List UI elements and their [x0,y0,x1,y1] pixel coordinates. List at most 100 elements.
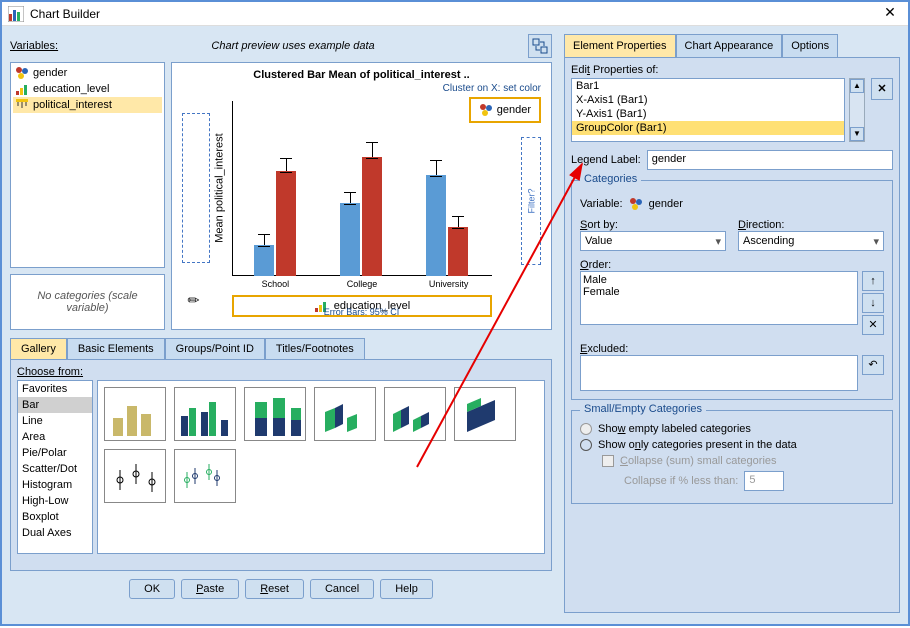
bar-3d-stacked-thumb[interactable] [454,387,516,441]
radio-icon [580,423,592,435]
order-label: Order: [580,259,884,271]
edit-properties-label: Edit Properties of: [571,64,893,76]
direction-select[interactable]: Ascending [738,231,884,251]
excluded-label: Excluded: [580,343,884,355]
variable-item[interactable]: education_level [13,81,162,97]
variable-name: political_interest [33,99,112,111]
choose-from-label: Choose from: [17,366,545,378]
x-ticks: School College University [232,279,492,289]
variable-item[interactable]: gender [13,65,162,81]
order-list[interactable]: Male Female [580,271,858,325]
preview-hint: Chart preview uses example data [58,40,528,52]
chart-type-item[interactable]: Histogram [18,477,92,493]
move-up-button[interactable]: ↑ [862,271,884,291]
dialog-buttons: OK Paste Reset Cancel Help [10,579,552,599]
exclude-button[interactable]: ✕ [862,315,884,335]
swap-axes-button[interactable] [528,34,552,58]
help-button[interactable]: Help [380,579,433,599]
bar-error-clustered-thumb[interactable] [174,449,236,503]
chart-type-list[interactable]: Favorites Bar Line Area Pie/Polar Scatte… [17,380,93,554]
element-item[interactable]: X-Axis1 (Bar1) [572,93,844,107]
tab-options[interactable]: Options [782,34,838,57]
variable-value: gender [649,198,683,210]
properties-panel: Edit Properties of: Bar1 X-Axis1 (Bar1) … [564,57,900,613]
no-categories-text: No categories (scale variable) [15,290,160,314]
collapse-checkbox: Collapse (sum) small categories [602,455,884,467]
show-only-present-radio[interactable]: Show only categories present in the data [580,439,884,451]
excluded-list[interactable] [580,355,858,391]
nominal-icon [15,66,29,80]
scroll-down-icon[interactable]: ▼ [850,127,864,141]
tab-gallery[interactable]: Gallery [10,338,67,359]
element-item[interactable]: Bar1 [572,79,844,93]
order-item[interactable]: Female [583,286,855,298]
element-list[interactable]: Bar1 X-Axis1 (Bar1) Y-Axis1 (Bar1) Group… [571,78,845,142]
sort-by-label: Sort by: [580,219,726,231]
chart-type-item[interactable]: Dual Axes [18,525,92,541]
element-item[interactable]: Y-Axis1 (Bar1) [572,107,844,121]
element-item[interactable]: GroupColor (Bar1) [572,121,844,135]
bar-stacked-thumb[interactable] [244,387,306,441]
checkbox-icon [602,455,614,467]
small-empty-title: Small/Empty Categories [580,403,706,415]
collapse-pct-label: Collapse if % less than: [624,475,738,487]
scale-icon [15,98,29,112]
scroll-up-icon[interactable]: ▲ [850,79,864,93]
variable-label: Variable: [580,198,623,210]
swap-icon [532,38,548,54]
order-item[interactable]: Male [583,274,855,286]
ordinal-icon [15,82,29,96]
chart-type-item[interactable]: Area [18,429,92,445]
categories-group: Categories Variable: gender Sort by: Val… [571,180,893,400]
no-categories-box: No categories (scale variable) [10,274,165,330]
nominal-icon [629,197,643,211]
bar-3d-simple-thumb[interactable] [314,387,376,441]
element-list-scrollbar[interactable]: ▲ ▼ [849,78,865,142]
tab-element-properties[interactable]: Element Properties [564,34,676,57]
bar-clustered-thumb[interactable] [174,387,236,441]
variables-list[interactable]: gender education_level political_interes… [10,62,165,268]
y-axis-dropzone[interactable] [182,113,210,263]
close-button[interactable]: ✕ [878,4,902,24]
paste-button[interactable]: Paste [181,579,239,599]
variable-name: education_level [33,83,109,95]
include-button[interactable]: ↶ [862,355,884,375]
variable-item[interactable]: political_interest [13,97,162,113]
direction-label: Direction: [738,219,884,231]
legend-label-input[interactable]: gender [647,150,893,170]
chart-title: Clustered Bar Mean of political_interest… [178,69,545,81]
bar-simple-thumb[interactable] [104,387,166,441]
chart-type-item[interactable]: Line [18,413,92,429]
show-empty-radio[interactable]: Show empty labeled categories [580,423,884,435]
move-down-button[interactable]: ↓ [862,293,884,313]
chart-type-item[interactable]: High-Low [18,493,92,509]
chart-type-item[interactable]: Scatter/Dot [18,461,92,477]
gallery-panel: Choose from: Favorites Bar Line Area Pie… [10,359,552,571]
cancel-button[interactable]: Cancel [310,579,374,599]
app-icon [8,6,24,22]
categories-title: Categories [580,173,641,185]
properties-tabs: Element Properties Chart Appearance Opti… [564,34,900,57]
tab-titles-footnotes[interactable]: Titles/Footnotes [265,338,365,359]
tab-chart-appearance[interactable]: Chart Appearance [676,34,783,57]
ok-button[interactable]: OK [129,579,175,599]
filter-dropzone[interactable]: Filter? [521,137,541,265]
legend-text: gender [497,104,531,116]
window-title: Chart Builder [30,7,878,21]
radio-icon [580,439,592,451]
tab-groups-point-id[interactable]: Groups/Point ID [165,338,265,359]
chart-type-item[interactable]: Pie/Polar [18,445,92,461]
chart-preview[interactable]: Clustered Bar Mean of political_interest… [171,62,552,330]
right-pane: Element Properties Chart Appearance Opti… [560,26,908,624]
reset-button[interactable]: Reset [245,579,304,599]
bar-error-simple-thumb[interactable] [104,449,166,503]
bar-3d-clustered-thumb[interactable] [384,387,446,441]
gallery-tabs: Gallery Basic Elements Groups/Point ID T… [10,338,552,359]
chart-type-item[interactable]: Bar [18,397,92,413]
chart-builder-window: Chart Builder ✕ Variables: Chart preview… [0,0,910,626]
chart-type-item[interactable]: Boxplot [18,509,92,525]
sort-by-select[interactable]: Value [580,231,726,251]
tab-basic-elements[interactable]: Basic Elements [67,338,165,359]
delete-element-button[interactable]: ✕ [871,78,893,100]
chart-type-item[interactable]: Favorites [18,381,92,397]
